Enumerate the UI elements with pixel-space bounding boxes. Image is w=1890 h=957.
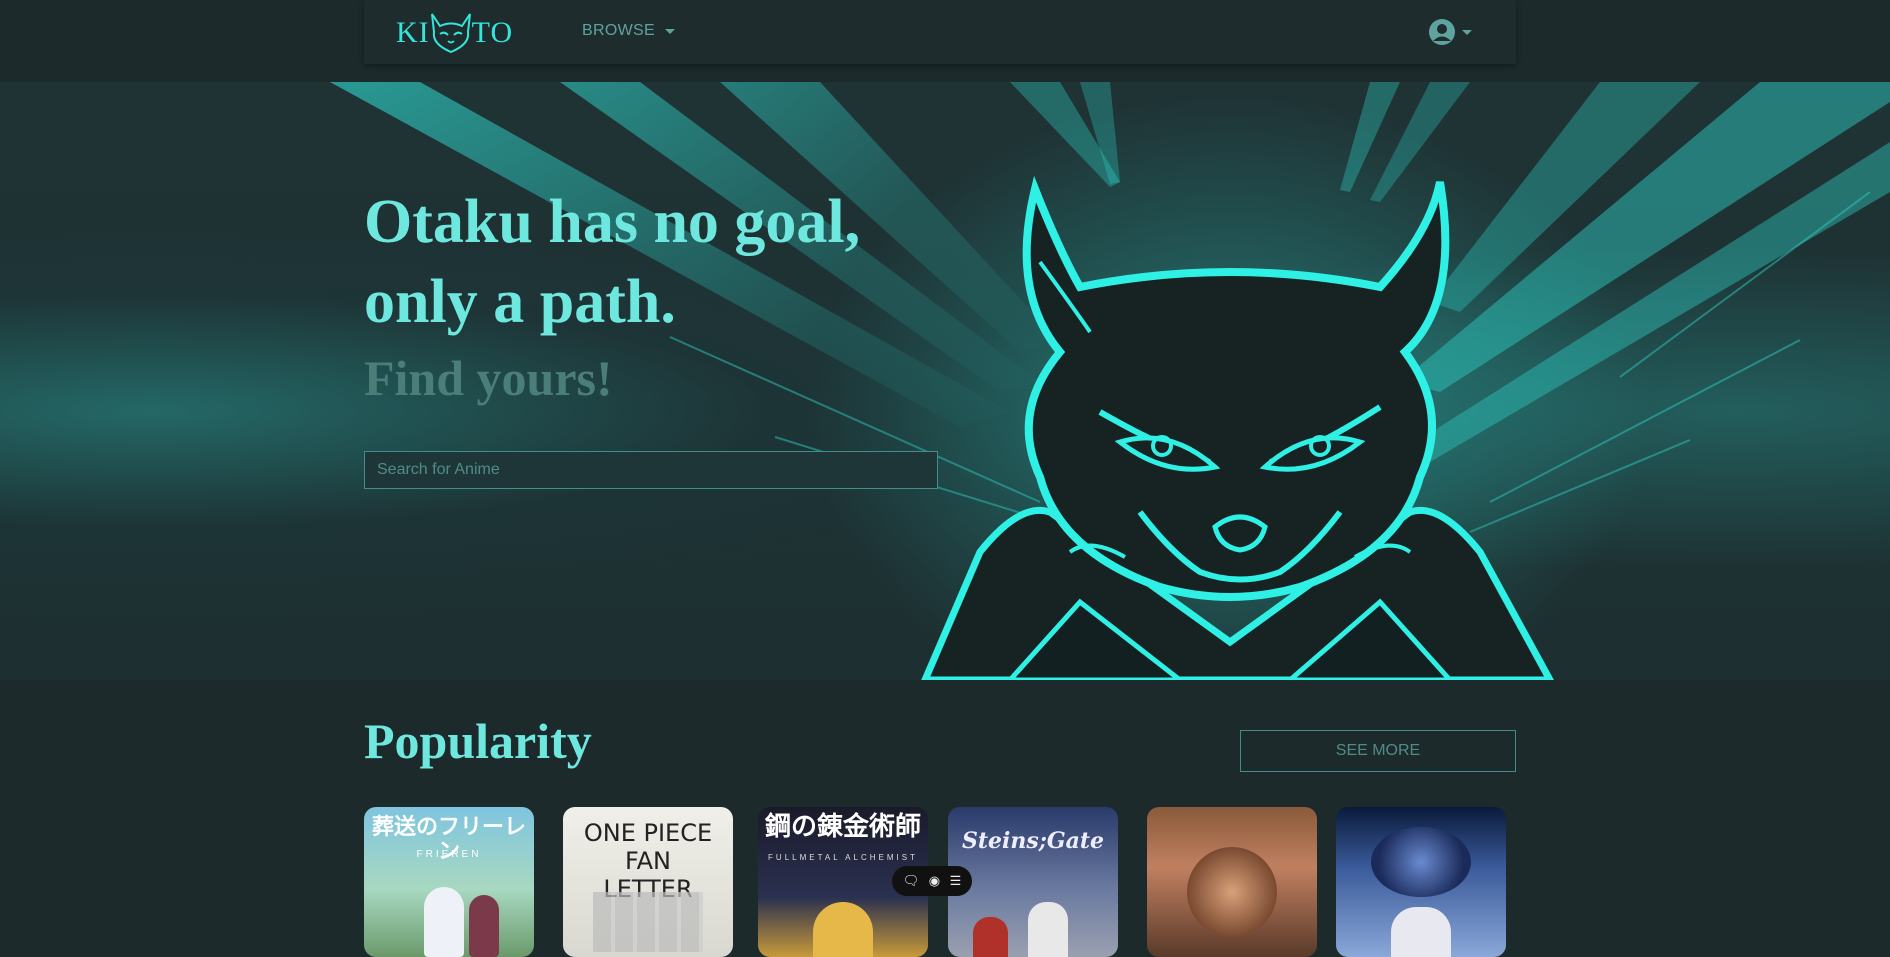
anime-card-title: Steins;Gate [961,828,1105,854]
anime-card-attack-on-titan[interactable] [1147,807,1317,957]
site-logo[interactable]: KI TO [396,8,513,58]
anime-card-subtitle: FULLMETAL ALCHEMIST [768,853,918,862]
browse-label: BROWSE [582,22,655,39]
anime-card-title: ONE PIECE FAN LETTER [583,819,713,903]
hero-banner: Otaku has no goal, only a path. Find you… [0,82,1890,680]
see-more-button[interactable]: SEE MORE [1240,730,1516,772]
poster-figure [973,917,1008,957]
caret-down-icon [664,28,675,34]
poster-figure [813,902,873,957]
eye-icon[interactable]: ◉ [929,873,940,889]
cat-logo-icon [430,13,471,54]
anime-card-one-piece-fan-letter[interactable]: ONE PIECE FAN LETTER [563,807,733,957]
caret-down-icon [1462,29,1472,35]
poster-figure [469,895,499,957]
anime-search-input[interactable] [364,451,938,489]
browse-menu-button[interactable]: BROWSE [582,22,675,40]
poster-collage [593,892,703,952]
hero-cat-illustration [330,82,1890,680]
poster-planet [1371,827,1471,897]
anime-card-subtitle: FRIEREN [416,849,482,860]
poster-figure [1028,902,1068,957]
hero-subheadline: Find yours! [364,350,613,406]
hero-headline-line1: Otaku has no goal, [364,188,861,256]
poster-figure [1391,907,1451,957]
top-navbar: KI TO BROWSE [364,0,1516,64]
poster-figure [1187,847,1277,937]
floating-toolbar: 🗨 ◉ ☰ [892,866,972,896]
logo-text-right: TO [471,16,514,49]
hero-headline-line2: only a path. [364,268,676,336]
anime-card-gintama[interactable] [1336,807,1506,957]
hero-headline: Otaku has no goal, only a path. [364,182,984,342]
account-menu-button[interactable] [1428,18,1472,46]
comment-icon[interactable]: 🗨 [903,873,920,889]
anime-card-frieren[interactable]: 葬送のフリーレン FRIEREN [364,807,534,957]
poster-figure [424,887,464,957]
anime-card-title: 鋼の錬金術師 [764,812,921,842]
menu-icon[interactable]: ☰ [950,873,962,889]
account-icon [1429,19,1455,45]
popularity-section-title: Popularity [364,713,592,769]
anime-card-steins-gate[interactable]: Steins;Gate [948,807,1118,957]
